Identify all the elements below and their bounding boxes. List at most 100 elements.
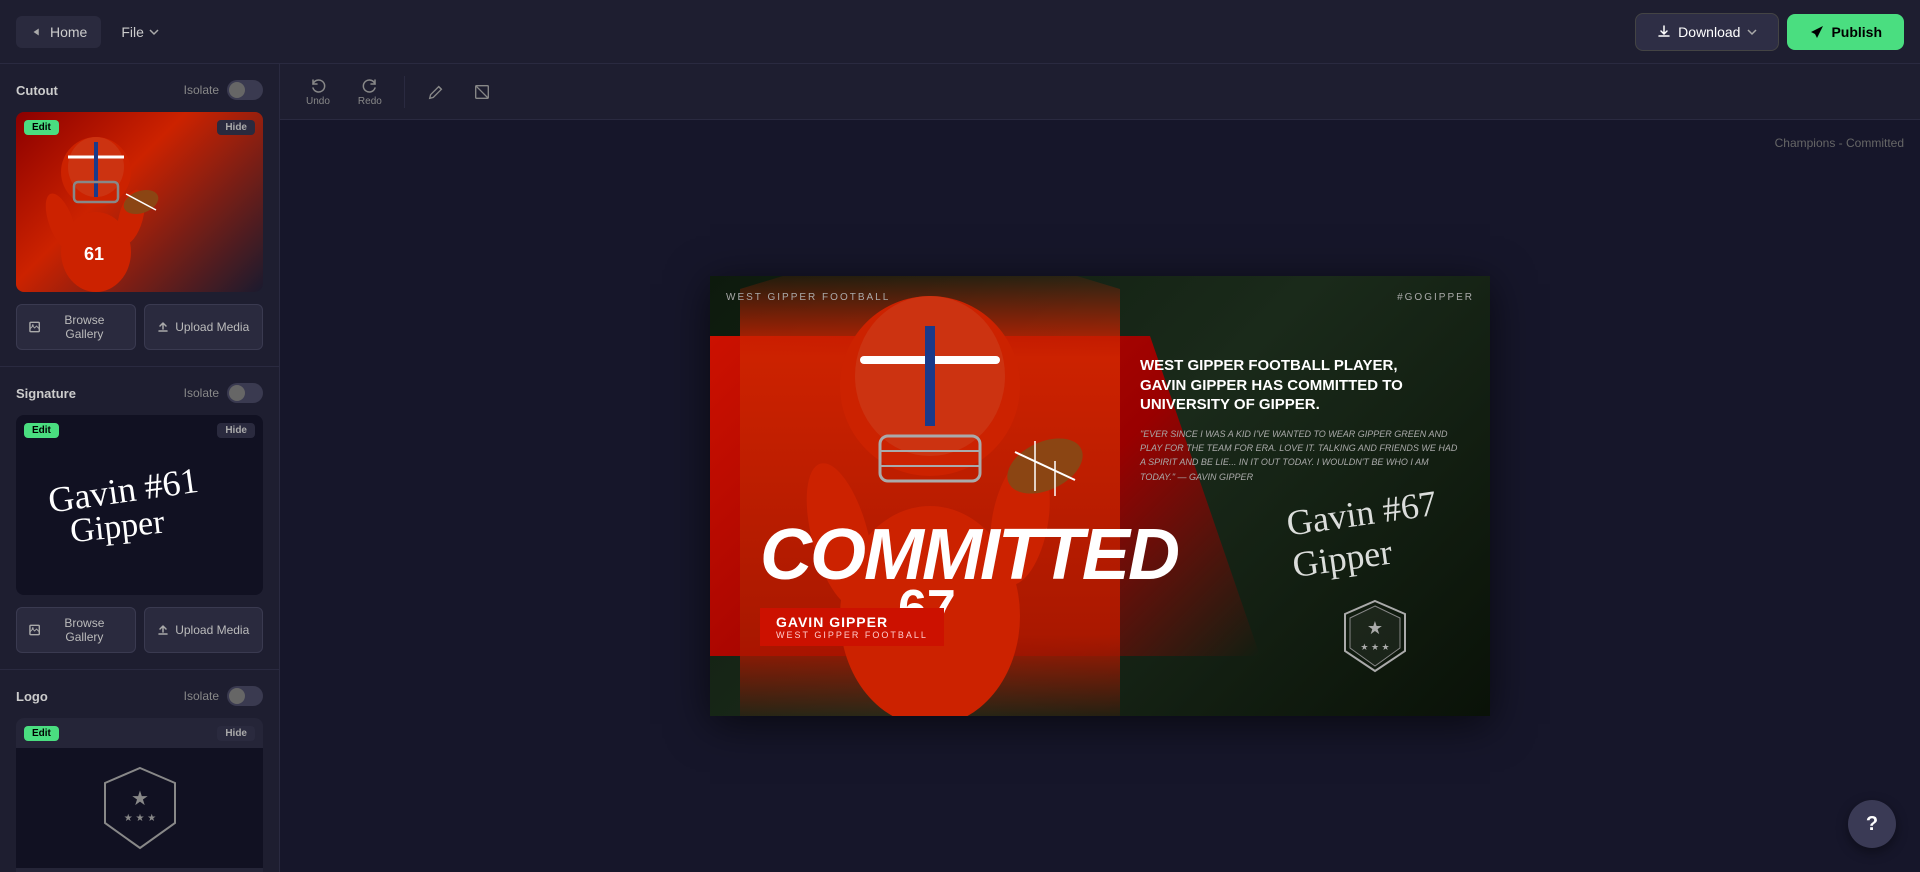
- isolate-label-sig: Isolate: [184, 386, 219, 400]
- canvas-right-text: WEST GIPPER FOOTBALL PLAYER,GAVIN GIPPER…: [1140, 356, 1460, 484]
- svg-text:★ ★ ★: ★ ★ ★: [123, 813, 155, 824]
- canvas-quote: "EVER SINCE I WAS A KID I'VE WANTED TO W…: [1140, 427, 1460, 485]
- svg-text:★: ★: [1367, 618, 1383, 638]
- cutout-title: Cutout: [16, 83, 58, 98]
- undo-button[interactable]: Undo: [296, 70, 340, 113]
- cutout-media-buttons: Browse Gallery Upload Media: [16, 304, 263, 350]
- svg-text:★: ★: [131, 788, 149, 810]
- logo-edit-badge[interactable]: Edit: [24, 726, 59, 741]
- gallery-icon: [29, 321, 40, 333]
- canvas-player: 67: [740, 276, 1120, 716]
- cutout-isolate-toggle[interactable]: [227, 80, 263, 100]
- logo-hide-badge[interactable]: Hide: [217, 726, 255, 741]
- signature-media-buttons: Browse Gallery Upload Media: [16, 607, 263, 653]
- canvas-name-plate: GAVIN GIPPER WEST GIPPER FOOTBALL: [760, 608, 944, 646]
- signature-upload-label: Upload Media: [175, 623, 249, 637]
- help-button[interactable]: ?: [1848, 800, 1896, 848]
- signature-browse-gallery-button[interactable]: Browse Gallery: [16, 607, 136, 653]
- player-svg: 61: [16, 112, 176, 292]
- cutout-header: Cutout Isolate: [16, 80, 263, 100]
- file-label: File: [121, 24, 144, 40]
- signature-section: Signature Isolate Edit Hide Gavin #61 Gi…: [0, 367, 279, 670]
- logo-header: Logo Isolate: [16, 686, 263, 706]
- signature-isolate-toggle[interactable]: [227, 383, 263, 403]
- cutout-preview: Edit Hide: [16, 112, 263, 292]
- home-arrow-icon: [30, 25, 44, 39]
- cutout-hide-badge[interactable]: Hide: [217, 120, 255, 135]
- navbar: Home File Download Publish: [0, 0, 1920, 64]
- cutout-upload-media-button[interactable]: Upload Media: [144, 304, 264, 350]
- crop-icon: [473, 83, 491, 101]
- logo-isolate-toggle[interactable]: [227, 686, 263, 706]
- logo-image: ★ ★ ★ ★: [16, 748, 263, 868]
- redo-label: Redo: [358, 96, 382, 107]
- isolate-row-logo: Isolate: [184, 686, 263, 706]
- cutout-player-image: 61: [16, 112, 263, 292]
- signature-header: Signature Isolate: [16, 383, 263, 403]
- cutout-section: Cutout Isolate Edit Hide: [0, 64, 279, 367]
- upload-icon-sig: [157, 624, 169, 636]
- toolbar: Undo Redo: [280, 64, 1920, 120]
- cutout-upload-label: Upload Media: [175, 320, 249, 334]
- download-chevron-icon: [1746, 26, 1758, 38]
- gallery-icon-sig: [29, 624, 40, 636]
- canvas-label: Champions - Committed: [1775, 136, 1904, 150]
- nav-left: Home File: [16, 16, 172, 48]
- canvas-top-left-text: West Gipper Football: [726, 292, 890, 303]
- canvas-logo-svg: ★ ★ ★ ★: [1340, 596, 1410, 676]
- download-icon: [1656, 24, 1672, 40]
- chevron-down-icon: [148, 26, 160, 38]
- main-area: Cutout Isolate Edit Hide: [0, 64, 1920, 872]
- cutout-browse-gallery-button[interactable]: Browse Gallery: [16, 304, 136, 350]
- canvas-top-right-text: #GoGipper: [1397, 292, 1474, 303]
- isolate-label-logo: Isolate: [184, 689, 219, 703]
- logo-section: Logo Isolate Edit Hide ★ ★ ★ ★: [0, 670, 279, 872]
- logo-title: Logo: [16, 689, 48, 704]
- publish-label: Publish: [1831, 24, 1882, 40]
- cutout-edit-badge[interactable]: Edit: [24, 120, 59, 135]
- toolbar-separator: [404, 76, 405, 108]
- isolate-label-cutout: Isolate: [184, 83, 219, 97]
- svg-text:★ ★ ★: ★ ★ ★: [1360, 642, 1389, 652]
- canvas-committed-text: COMMITTED: [760, 514, 1178, 596]
- signature-hide-badge[interactable]: Hide: [217, 423, 255, 438]
- svg-text:61: 61: [84, 244, 104, 264]
- signature-title: Signature: [16, 386, 76, 401]
- download-button[interactable]: Download: [1635, 13, 1779, 51]
- redo-button[interactable]: Redo: [348, 70, 392, 113]
- publish-button[interactable]: Publish: [1787, 14, 1904, 50]
- download-label: Download: [1678, 24, 1740, 40]
- canvas-logo: ★ ★ ★ ★: [1340, 596, 1410, 676]
- signature-image: Gavin #61 Gipper: [16, 415, 263, 595]
- isolate-row: Isolate: [184, 80, 263, 100]
- pen-icon: [427, 83, 445, 101]
- logo-preview: Edit Hide ★ ★ ★ ★: [16, 718, 263, 872]
- canvas-player-team: WEST GIPPER FOOTBALL: [776, 630, 928, 640]
- isolate-row-sig: Isolate: [184, 383, 263, 403]
- redo-icon: [361, 76, 379, 94]
- design-canvas[interactable]: West Gipper Football #GoGipper: [710, 276, 1490, 716]
- signature-browse-label: Browse Gallery: [46, 616, 122, 644]
- home-button[interactable]: Home: [16, 16, 101, 48]
- canvas-headline: WEST GIPPER FOOTBALL PLAYER,GAVIN GIPPER…: [1140, 356, 1460, 415]
- cutout-browse-label: Browse Gallery: [46, 313, 122, 341]
- signature-svg: Gavin #61 Gipper: [30, 445, 250, 565]
- signature-upload-media-button[interactable]: Upload Media: [144, 607, 264, 653]
- file-button[interactable]: File: [109, 16, 172, 48]
- signature-edit-badge[interactable]: Edit: [24, 423, 59, 438]
- canvas-player-name: GAVIN GIPPER: [776, 614, 928, 630]
- signature-preview: Edit Hide Gavin #61 Gipper: [16, 415, 263, 595]
- pen-tool-button[interactable]: [417, 77, 455, 107]
- canvas-area[interactable]: Champions - Committed West Gipper Footba…: [280, 120, 1920, 872]
- undo-label: Undo: [306, 96, 330, 107]
- nav-right: Download Publish: [1635, 13, 1904, 51]
- undo-icon: [309, 76, 327, 94]
- logo-svg: ★ ★ ★ ★: [100, 763, 180, 853]
- canvas-player-svg: 67: [750, 276, 1110, 716]
- home-label: Home: [50, 24, 87, 40]
- crop-tool-button[interactable]: [463, 77, 501, 107]
- sidebar: Cutout Isolate Edit Hide: [0, 64, 280, 872]
- editor-area: Undo Redo Champions - Committed West: [280, 64, 1920, 872]
- upload-icon: [157, 321, 169, 333]
- publish-send-icon: [1809, 24, 1825, 40]
